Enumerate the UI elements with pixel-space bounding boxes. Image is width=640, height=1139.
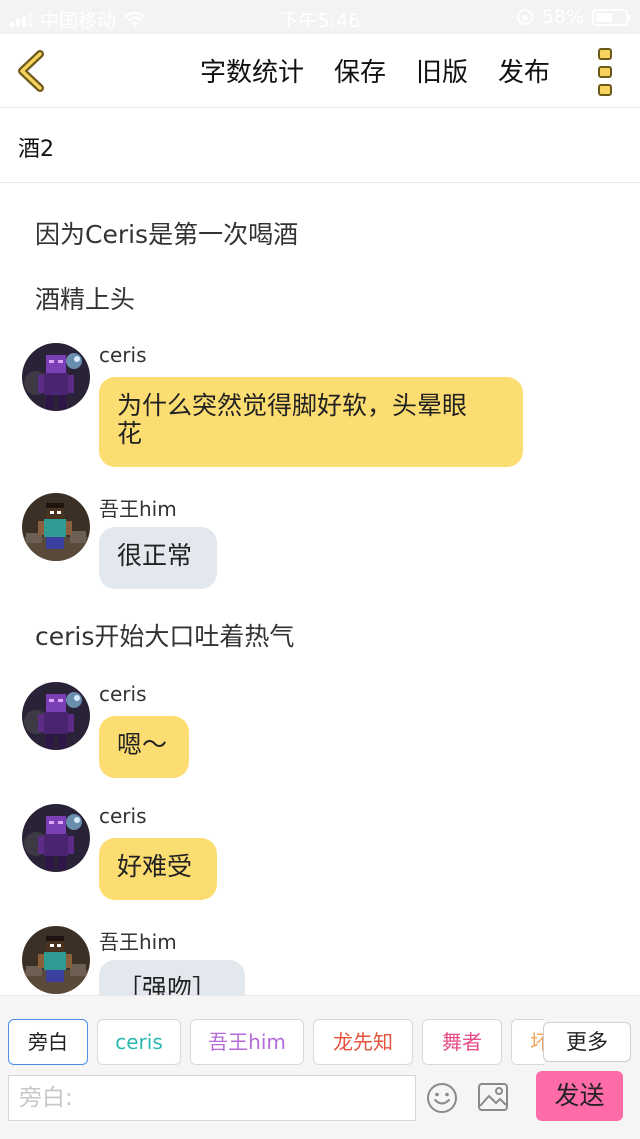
message-input-field[interactable] bbox=[19, 1084, 405, 1112]
old-version-button[interactable]: 旧版 bbox=[416, 52, 468, 89]
publish-button[interactable]: 发布 bbox=[498, 52, 550, 89]
ceris-avatar[interactable] bbox=[22, 682, 90, 750]
sender-name: ceris bbox=[99, 343, 147, 367]
message-bubble[interactable]: 嗯～ bbox=[99, 716, 189, 778]
role-chip-wuwang[interactable]: 吾王him bbox=[190, 1019, 304, 1065]
role-chip-longxianzhi[interactable]: 龙先知 bbox=[313, 1019, 413, 1065]
more-menu-icon[interactable] bbox=[598, 48, 614, 96]
message-text: ［强吻］ bbox=[117, 974, 218, 996]
sender-name: 吾王him bbox=[99, 497, 177, 521]
sender-name: 吾王him bbox=[99, 930, 177, 954]
message-text: 嗯～ bbox=[117, 730, 168, 759]
toolbar-actions: 字数统计 保存 旧版 发布 bbox=[200, 52, 550, 89]
narration-line: 因为Ceris是第一次喝酒 bbox=[35, 220, 299, 249]
message-bubble[interactable]: 很正常 bbox=[99, 527, 217, 589]
orientation-lock-icon bbox=[516, 9, 533, 25]
top-toolbar: 字数统计 保存 旧版 发布 bbox=[0, 34, 640, 108]
message-bubble[interactable]: ［强吻］ bbox=[99, 960, 245, 995]
document-title[interactable]: 酒2 bbox=[18, 131, 54, 163]
message-bubble[interactable]: 好难受 bbox=[99, 838, 217, 900]
role-chip-dancer[interactable]: 舞者 bbox=[422, 1019, 502, 1065]
chat-message: 吾王him ［强吻］ bbox=[22, 926, 622, 995]
battery-percent: 58% bbox=[541, 6, 584, 28]
back-chevron-icon[interactable] bbox=[14, 50, 50, 92]
chat-message: ceris 嗯～ bbox=[22, 682, 622, 782]
word-count-button[interactable]: 字数统计 bbox=[200, 52, 304, 89]
narration-line: ceris开始大口吐着热气 bbox=[35, 622, 295, 651]
chat-message: ceris 好难受 bbox=[22, 804, 622, 904]
image-icon[interactable] bbox=[477, 1082, 509, 1112]
status-bar: 中国移动 下午5:46 58% bbox=[0, 0, 640, 34]
emoji-icon[interactable] bbox=[426, 1082, 458, 1114]
message-text-line: 为什么突然觉得脚好软，头晕眼 bbox=[117, 391, 468, 420]
sender-name: ceris bbox=[99, 682, 147, 706]
chat-message: ceris 为什么突然觉得脚好软，头晕眼 花 bbox=[22, 343, 622, 473]
ceris-avatar[interactable] bbox=[22, 343, 90, 411]
title-row[interactable]: 酒2 bbox=[0, 109, 640, 183]
compose-panel: 旁白ceris吾王him龙先知舞者坏 更多 发送 bbox=[0, 995, 640, 1139]
wuwang-avatar[interactable] bbox=[22, 493, 90, 561]
story-content[interactable]: 因为Ceris是第一次喝酒 酒精上头 ceris 为什么突然觉得脚好软，头晕眼 bbox=[0, 184, 640, 995]
battery-icon bbox=[592, 8, 631, 26]
role-chip-narration[interactable]: 旁白 bbox=[8, 1019, 88, 1065]
chat-message: 吾王him 很正常 bbox=[22, 493, 622, 603]
ceris-avatar[interactable] bbox=[22, 804, 90, 872]
save-button[interactable]: 保存 bbox=[334, 52, 386, 89]
message-input[interactable] bbox=[8, 1075, 416, 1121]
wuwang-avatar[interactable] bbox=[22, 926, 90, 994]
narration-line: 酒精上头 bbox=[35, 285, 136, 314]
message-bubble[interactable]: 为什么突然觉得脚好软，头晕眼 花 bbox=[99, 377, 523, 467]
message-text-line: 花 bbox=[117, 419, 143, 448]
sender-name: ceris bbox=[99, 804, 147, 828]
role-chip-partial[interactable]: 坏 bbox=[511, 1019, 544, 1065]
send-button[interactable]: 发送 bbox=[536, 1071, 623, 1121]
more-roles-button[interactable]: 更多 bbox=[543, 1022, 631, 1062]
message-text: 好难受 bbox=[117, 852, 193, 881]
message-text: 很正常 bbox=[117, 541, 193, 570]
role-chip-ceris[interactable]: ceris bbox=[97, 1019, 181, 1065]
role-selector: 旁白 ceris 吾王him 龙先知 舞者坏 bbox=[8, 1019, 544, 1065]
